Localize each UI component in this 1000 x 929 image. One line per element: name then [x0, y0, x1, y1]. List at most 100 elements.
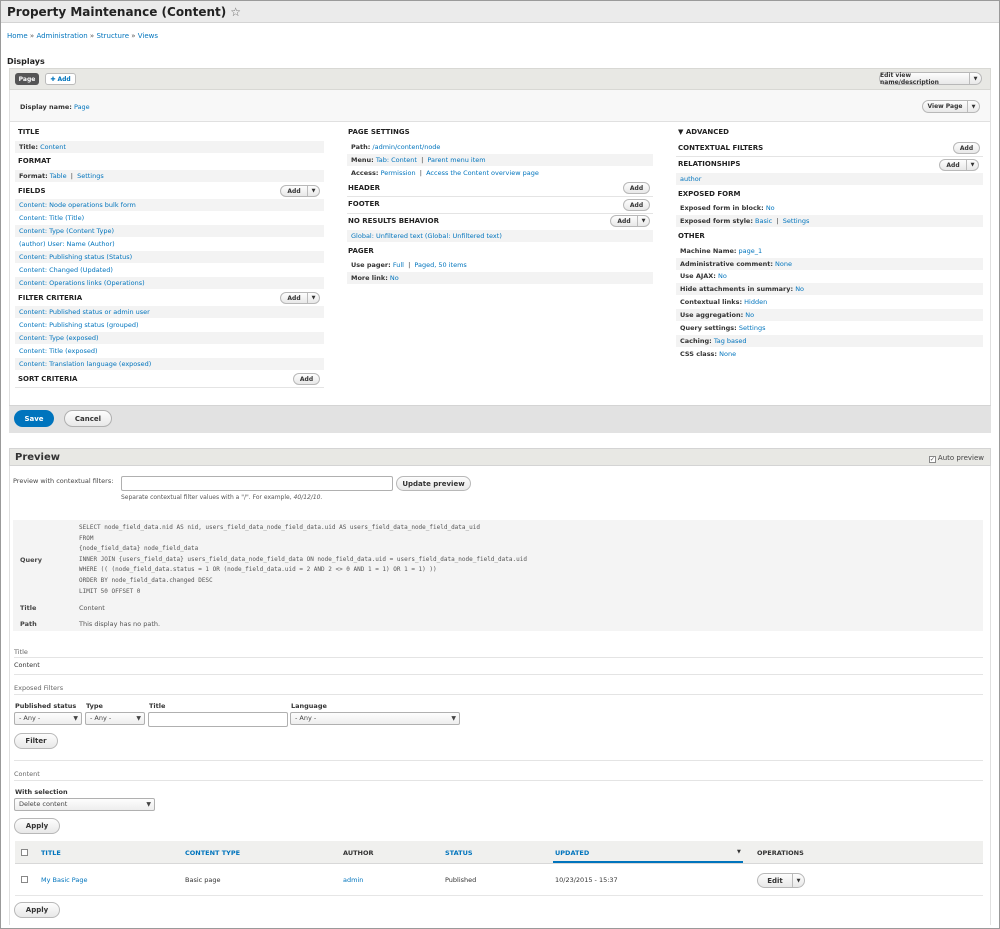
field-item[interactable]: (author) User: Name (Author) — [15, 238, 324, 250]
header-section-heading: HEADER — [348, 184, 381, 192]
other-setting[interactable]: Administrative comment: None — [676, 258, 983, 270]
access-setting[interactable]: Access: Permission | Access the Content … — [347, 167, 653, 179]
chevron-down-icon[interactable]: ▼ — [966, 160, 978, 170]
breadcrumb-views[interactable]: Views — [138, 32, 158, 40]
star-icon[interactable]: ☆ — [230, 5, 241, 19]
more-link-setting[interactable]: More link: No — [347, 272, 653, 284]
other-setting[interactable]: Machine Name: page_1 — [676, 245, 983, 257]
use-pager-setting[interactable]: Use pager: Full | Paged, 50 items — [347, 259, 653, 271]
update-preview-button[interactable]: Update preview — [396, 476, 471, 491]
column-content-type[interactable]: CONTENT TYPE — [185, 849, 240, 857]
chevron-down-icon[interactable]: ▼ — [307, 293, 319, 303]
format-setting[interactable]: Format: Table | Settings — [15, 170, 324, 182]
add-display-button[interactable]: ✚ Add — [45, 73, 76, 85]
chevron-down-icon[interactable]: ▼ — [792, 874, 804, 887]
bulk-action-select[interactable]: Delete content ▼ — [14, 798, 155, 811]
title-setting[interactable]: Title: Content — [15, 141, 324, 153]
chevron-down-icon[interactable]: ▼ — [967, 101, 979, 112]
row-title-link[interactable]: My Basic Page — [41, 876, 88, 884]
other-setting[interactable]: Caching: Tag based — [676, 335, 983, 347]
apply-button-top[interactable]: Apply — [14, 818, 60, 834]
field-item[interactable]: Content: Publishing status (Status) — [15, 251, 324, 263]
breadcrumb-home[interactable]: Home — [7, 32, 28, 40]
view-page-button[interactable]: View Page ▼ — [922, 100, 980, 113]
language-select[interactable]: - Any - ▼ — [290, 712, 460, 725]
chevron-down-icon[interactable]: ▼ — [637, 216, 649, 226]
column-updated[interactable]: UPDATED — [555, 849, 589, 857]
result-title-value: Content — [14, 661, 40, 669]
cancel-button[interactable]: Cancel — [64, 410, 112, 427]
checkbox-checked-icon[interactable]: ✓ — [928, 456, 936, 463]
exposed-form-heading: EXPOSED FORM — [678, 190, 741, 198]
filters-add-button[interactable]: Add ▼ — [280, 292, 320, 304]
title-filter-input[interactable] — [148, 712, 288, 727]
column-title[interactable]: TITLE — [41, 849, 61, 857]
exposed-form-block-setting[interactable]: Exposed form in block: No — [676, 202, 983, 214]
no-results-add-button[interactable]: Add ▼ — [610, 215, 650, 227]
field-item[interactable]: Content: Node operations bulk form — [15, 199, 324, 211]
footer-add-button[interactable]: Add — [623, 199, 650, 211]
field-item[interactable]: Content: Changed (Updated) — [15, 264, 324, 276]
other-setting[interactable]: Use aggregation: No — [676, 309, 983, 321]
relationships-heading: RELATIONSHIPS — [678, 160, 741, 168]
apply-button-bottom[interactable]: Apply — [14, 902, 60, 918]
relationship-item[interactable]: author — [676, 173, 983, 185]
filter-item[interactable]: Content: Title (exposed) — [15, 345, 324, 357]
display-name-link[interactable]: Page — [74, 103, 90, 111]
edit-view-name-button[interactable]: Edit view name/description ▼ — [879, 72, 982, 86]
table-row — [15, 864, 983, 896]
filter-button[interactable]: Filter — [14, 733, 58, 749]
field-item[interactable]: Content: Type (Content Type) — [15, 225, 324, 237]
sort-add-button[interactable]: Add — [293, 373, 320, 385]
chevron-down-icon[interactable]: ▼ — [969, 73, 981, 84]
other-setting[interactable]: Contextual links: Hidden — [676, 296, 983, 308]
sort-desc-icon[interactable]: ▼ — [737, 849, 741, 855]
relationships-add-button[interactable]: Add ▼ — [939, 159, 979, 171]
title-filter-label: Title — [149, 702, 166, 710]
other-setting[interactable]: Hide attachments in summary: No — [676, 283, 983, 295]
fields-add-button[interactable]: Add ▼ — [280, 185, 320, 197]
other-setting[interactable]: CSS class: None — [676, 348, 983, 360]
save-button[interactable]: Save — [14, 410, 54, 427]
other-heading: OTHER — [678, 232, 705, 240]
type-label: Type — [86, 702, 103, 710]
contextual-add-button[interactable]: Add — [953, 142, 980, 154]
format-section-heading: FORMAT — [18, 157, 51, 165]
fields-section-heading: FIELDS — [18, 187, 46, 195]
page-settings-heading: PAGE SETTINGS — [348, 128, 410, 136]
breadcrumb-structure[interactable]: Structure — [96, 32, 129, 40]
published-status-select[interactable]: - Any - ▼ — [14, 712, 82, 725]
field-item[interactable]: Content: Operations links (Operations) — [15, 277, 324, 289]
preview-path-label: Path — [20, 620, 37, 628]
contextual-filters-input[interactable] — [121, 476, 393, 491]
other-setting[interactable]: Query settings: Settings — [676, 322, 983, 334]
type-select[interactable]: - Any - ▼ — [85, 712, 145, 725]
field-item[interactable]: Content: Title (Title) — [15, 212, 324, 224]
filter-item[interactable]: Content: Translation language (exposed) — [15, 358, 324, 370]
filter-item[interactable]: Content: Published status or admin user — [15, 306, 324, 318]
active-sort-underline — [553, 861, 743, 863]
filter-item[interactable]: Content: Type (exposed) — [15, 332, 324, 344]
tab-page[interactable]: Page — [15, 73, 39, 85]
menu-setting[interactable]: Menu: Tab: Content | Parent menu item — [347, 154, 653, 166]
filter-item[interactable]: Content: Publishing status (grouped) — [15, 319, 324, 331]
column-status[interactable]: STATUS — [445, 849, 473, 857]
auto-preview-checkbox[interactable]: ✓ Auto preview — [928, 454, 984, 463]
path-setting[interactable]: Path: /admin/content/node — [347, 141, 653, 153]
column-operations: OPERATIONS — [757, 849, 804, 857]
row-checkbox[interactable] — [21, 876, 30, 884]
page-header: Property Maintenance (Content) ☆ — [1, 1, 999, 23]
preview-title-value: Content — [79, 604, 105, 612]
no-results-item[interactable]: Global: Unfiltered text (Global: Unfilte… — [347, 230, 653, 242]
caret-down-icon: ▼ — [73, 715, 78, 722]
breadcrumb-administration[interactable]: Administration — [36, 32, 87, 40]
exposed-form-style-setting[interactable]: Exposed form style: Basic | Settings — [676, 215, 983, 227]
header-add-button[interactable]: Add — [623, 182, 650, 194]
other-setting[interactable]: Use AJAX: No — [676, 270, 983, 282]
row-edit-button[interactable]: Edit ▼ — [757, 873, 805, 888]
select-all-checkbox[interactable] — [21, 849, 30, 857]
row-author-link[interactable]: admin — [343, 876, 363, 884]
save-bar — [9, 405, 991, 433]
advanced-toggle[interactable]: ▼ ADVANCED — [678, 128, 729, 136]
chevron-down-icon[interactable]: ▼ — [307, 186, 319, 196]
